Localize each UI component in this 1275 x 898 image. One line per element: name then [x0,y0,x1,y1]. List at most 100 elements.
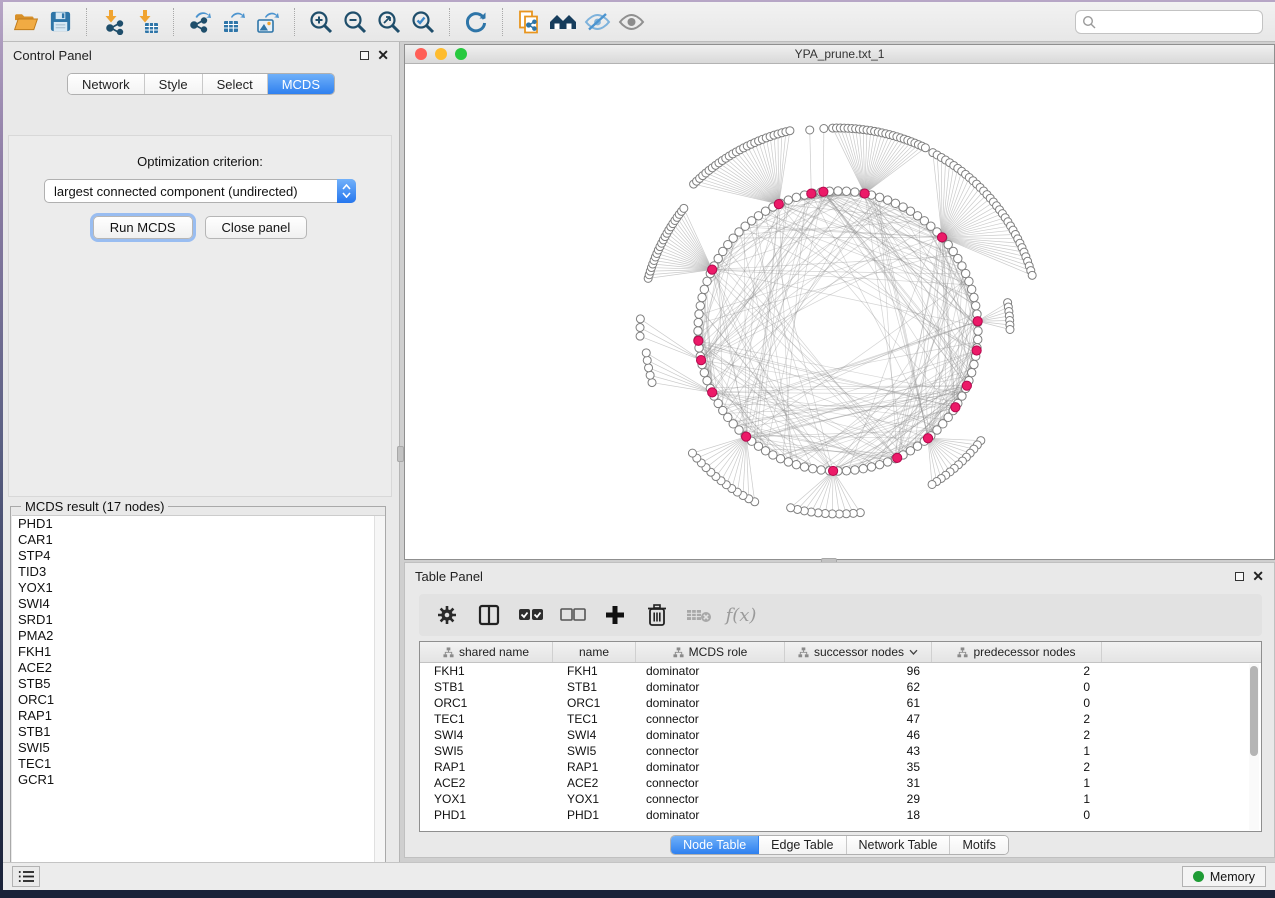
show-all-button[interactable] [614,6,648,38]
cell-name[interactable]: RAP1 [553,760,636,774]
network-canvas[interactable] [405,64,1274,559]
table-scrollbar-thumb[interactable] [1250,666,1258,756]
cell-shared-name[interactable]: SWI5 [420,744,553,758]
cell-successor-nodes[interactable]: 18 [785,808,932,822]
tab-motifs[interactable]: Motifs [950,836,1007,854]
table-row[interactable]: FKH1FKH1dominator962 [420,663,1261,679]
table-row[interactable]: ORC1ORC1dominator610 [420,695,1261,711]
cell-successor-nodes[interactable]: 31 [785,776,932,790]
cell-MCDS-role[interactable]: connector [636,712,785,726]
column-header-name[interactable]: name [553,642,636,662]
zoom-selected-button[interactable] [406,6,440,38]
table-settings-button[interactable] [433,601,461,629]
cell-MCDS-role[interactable]: connector [636,744,785,758]
mcds-result-item[interactable]: FKH1 [12,644,385,660]
cell-name[interactable]: TEC1 [553,712,636,726]
close-panel-icon[interactable]: ✕ [377,48,389,62]
cell-successor-nodes[interactable]: 62 [785,680,932,694]
cell-MCDS-role[interactable]: dominator [636,680,785,694]
criterion-select[interactable]: largest connected component (undirected) [44,179,356,203]
cell-name[interactable]: FKH1 [553,664,636,678]
cell-name[interactable]: PHD1 [553,808,636,822]
cell-predecessor-nodes[interactable]: 2 [932,728,1102,742]
cell-shared-name[interactable]: SWI4 [420,728,553,742]
mcds-result-item[interactable]: PHD1 [12,516,385,532]
zoom-out-button[interactable] [338,6,372,38]
table-row[interactable]: SWI5SWI5connector431 [420,743,1261,759]
export-image-button[interactable] [251,6,285,38]
search-box[interactable] [1075,10,1263,34]
first-neighbors-button[interactable] [546,6,580,38]
cell-shared-name[interactable]: ACE2 [420,776,553,790]
open-session-button[interactable] [9,6,43,38]
column-header-MCDS-role[interactable]: MCDS role [636,642,785,662]
cell-name[interactable]: STB1 [553,680,636,694]
mcds-result-item[interactable]: SWI5 [12,740,385,756]
search-input[interactable] [1096,15,1256,29]
cell-MCDS-role[interactable]: dominator [636,808,785,822]
cell-shared-name[interactable]: YOX1 [420,792,553,806]
cell-MCDS-role[interactable]: connector [636,776,785,790]
duplicate-network-button[interactable] [512,6,546,38]
cell-predecessor-nodes[interactable]: 0 [932,696,1102,710]
tab-node-table[interactable]: Node Table [671,836,759,854]
column-header-successor-nodes[interactable]: successor nodes [785,642,932,662]
save-session-button[interactable] [43,6,77,38]
cell-successor-nodes[interactable]: 96 [785,664,932,678]
cell-successor-nodes[interactable]: 35 [785,760,932,774]
cell-predecessor-nodes[interactable]: 0 [932,808,1102,822]
cell-MCDS-role[interactable]: dominator [636,696,785,710]
mcds-result-item[interactable]: SRD1 [12,612,385,628]
hide-selected-button[interactable] [580,6,614,38]
cell-predecessor-nodes[interactable]: 1 [932,776,1102,790]
mcds-result-item[interactable]: STB1 [12,724,385,740]
cell-shared-name[interactable]: STB1 [420,680,553,694]
cell-successor-nodes[interactable]: 47 [785,712,932,726]
mcds-result-item[interactable]: SWI4 [12,596,385,612]
mcds-result-item[interactable]: TEC1 [12,756,385,772]
tab-select[interactable]: Select [203,74,268,94]
cell-shared-name[interactable]: FKH1 [420,664,553,678]
cell-name[interactable]: YOX1 [553,792,636,806]
cell-predecessor-nodes[interactable]: 2 [932,760,1102,774]
close-panel-button[interactable]: Close panel [205,216,308,239]
show-columns-button[interactable] [475,601,503,629]
cell-name[interactable]: SWI4 [553,728,636,742]
table-row[interactable]: RAP1RAP1dominator352 [420,759,1261,775]
apply-layout-button[interactable] [459,6,493,38]
cell-predecessor-nodes[interactable]: 1 [932,792,1102,806]
export-table-button[interactable] [217,6,251,38]
close-panel-icon[interactable]: ✕ [1252,569,1264,583]
cell-MCDS-role[interactable]: dominator [636,760,785,774]
mcds-result-item[interactable]: ORC1 [12,692,385,708]
table-row[interactable]: PHD1PHD1dominator180 [420,807,1261,823]
mcds-result-item[interactable]: ACE2 [12,660,385,676]
export-network-button[interactable] [183,6,217,38]
mcds-result-item[interactable]: GCR1 [12,772,385,788]
cell-shared-name[interactable]: RAP1 [420,760,553,774]
show-panels-button[interactable] [12,866,40,887]
tab-mcds[interactable]: MCDS [268,74,334,94]
table-row[interactable]: STB1STB1dominator620 [420,679,1261,695]
cell-predecessor-nodes[interactable]: 0 [932,680,1102,694]
deselect-all-button[interactable] [559,601,587,629]
cell-MCDS-role[interactable]: connector [636,792,785,806]
cell-successor-nodes[interactable]: 61 [785,696,932,710]
import-table-button[interactable] [130,6,164,38]
import-network-button[interactable] [96,6,130,38]
cell-predecessor-nodes[interactable]: 2 [932,664,1102,678]
table-row[interactable]: YOX1YOX1connector291 [420,791,1261,807]
tab-network-table[interactable]: Network Table [847,836,951,854]
delete-column-button[interactable] [643,601,671,629]
column-header-predecessor-nodes[interactable]: predecessor nodes [932,642,1102,662]
mcds-result-item[interactable]: TID3 [12,564,385,580]
table-scrollbar[interactable] [1249,664,1259,830]
mcds-result-item[interactable]: CAR1 [12,532,385,548]
network-graph[interactable] [405,64,1274,559]
zoom-in-button[interactable] [304,6,338,38]
cell-name[interactable]: ACE2 [553,776,636,790]
cell-successor-nodes[interactable]: 43 [785,744,932,758]
table-row[interactable]: ACE2ACE2connector311 [420,775,1261,791]
run-mcds-button[interactable]: Run MCDS [93,216,193,239]
memory-button[interactable]: Memory [1182,866,1266,887]
